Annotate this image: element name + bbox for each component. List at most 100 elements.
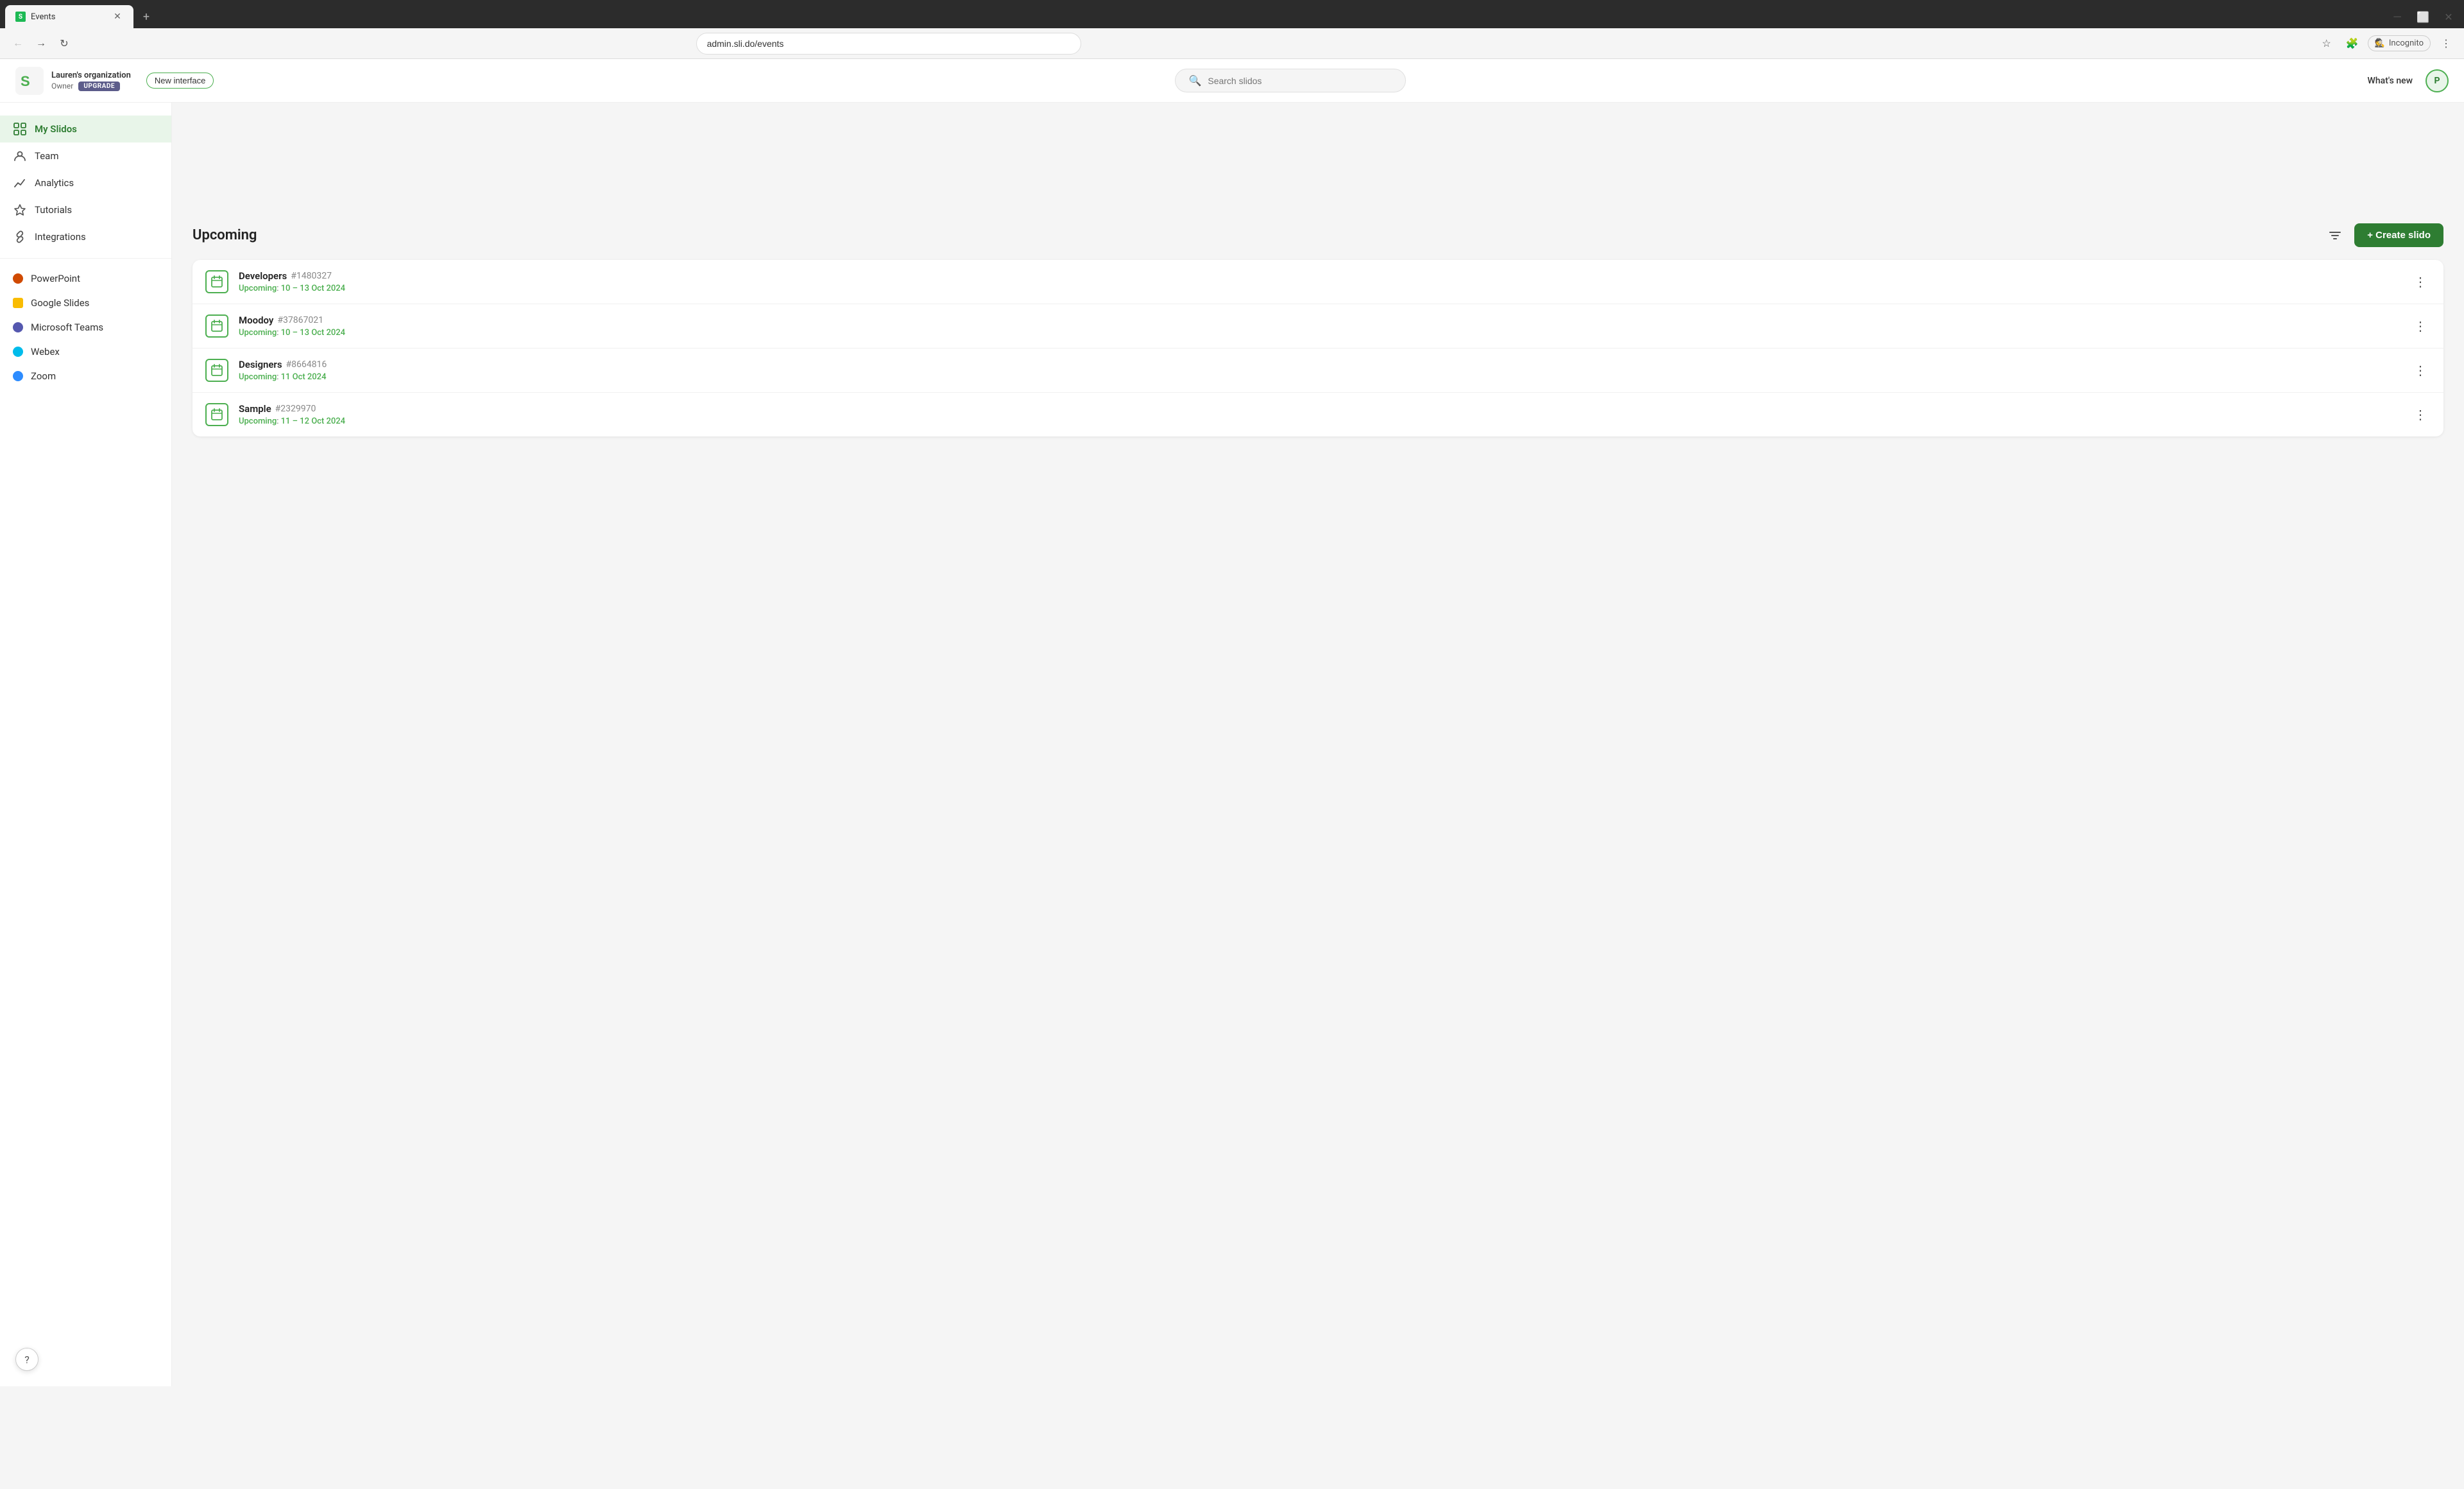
search-input[interactable] — [1208, 76, 1392, 86]
sidebar-item-microsoft-teams[interactable]: Microsoft Teams — [0, 315, 171, 340]
event-date: Upcoming: 11 – 12 Oct 2024 — [239, 417, 2410, 426]
event-date-range: 11 – 12 Oct 2024 — [281, 417, 345, 426]
event-title-row: Designers #8664816 — [239, 359, 2410, 370]
event-more-button[interactable]: ⋮ — [2410, 271, 2431, 292]
sidebar-integrations-section: PowerPoint Google Slides Microsoft Teams… — [0, 264, 171, 391]
extensions-button[interactable]: 🧩 — [2342, 33, 2363, 54]
grid-icon — [13, 122, 27, 136]
powerpoint-icon — [13, 273, 23, 284]
tab-favicon: S — [15, 12, 26, 22]
new-tab-button[interactable]: + — [136, 6, 157, 27]
event-more-button[interactable]: ⋮ — [2410, 316, 2431, 336]
event-id: #2329970 — [275, 404, 316, 414]
upgrade-button[interactable]: UPGRADE — [78, 82, 120, 91]
address-input[interactable] — [696, 33, 1081, 55]
page-header: Upcoming + Create slido — [193, 223, 2443, 247]
search-icon: 🔍 — [1188, 74, 1201, 87]
table-row[interactable]: Developers #1480327 Upcoming: 10 – 13 Oc… — [193, 260, 2443, 304]
calendar-icon — [205, 403, 228, 426]
event-id: #8664816 — [286, 359, 327, 370]
sidebar-label-google-slides: Google Slides — [31, 297, 89, 309]
sidebar-item-google-slides[interactable]: Google Slides — [0, 291, 171, 315]
event-info: Designers #8664816 Upcoming: 11 Oct 2024 — [239, 359, 2410, 382]
google-slides-icon — [13, 298, 23, 308]
sidebar-item-integrations[interactable]: Integrations — [0, 223, 171, 250]
event-status: Upcoming — [239, 284, 277, 293]
event-status: Upcoming — [239, 328, 277, 338]
sidebar-label-integrations: Integrations — [35, 231, 86, 243]
event-date-range: 10 – 13 Oct 2024 — [281, 284, 345, 293]
sidebar: My Slidos Team Analytics — [0, 103, 172, 1386]
svg-text:S: S — [21, 73, 30, 89]
page-actions: + Create slido — [2323, 223, 2443, 247]
sidebar-divider — [0, 258, 171, 259]
table-row[interactable]: Moodoy #37867021 Upcoming: 10 – 13 Oct 2… — [193, 304, 2443, 349]
sidebar-label-my-slidos: My Slidos — [35, 123, 77, 135]
calendar-icon — [205, 314, 228, 338]
event-date-range: 10 – 13 Oct 2024 — [281, 328, 345, 338]
nav-buttons: ← → ↻ — [8, 33, 74, 54]
sidebar-label-microsoft-teams: Microsoft Teams — [31, 322, 103, 333]
sidebar-item-zoom[interactable]: Zoom — [0, 364, 171, 388]
event-date: Upcoming: 10 – 13 Oct 2024 — [239, 284, 2410, 293]
incognito-label: Incognito — [2389, 39, 2424, 48]
address-bar: ← → ↻ ☆ 🧩 🕵 Incognito ⋮ — [0, 28, 2464, 59]
event-name: Sample — [239, 403, 271, 415]
sidebar-item-my-slidos[interactable]: My Slidos — [0, 116, 171, 142]
incognito-badge[interactable]: 🕵 Incognito — [2368, 35, 2431, 51]
event-more-button[interactable]: ⋮ — [2410, 360, 2431, 381]
tab-bar: S Events ✕ + ─ ⬜ ✕ — [0, 0, 2464, 28]
avatar[interactable]: P — [2426, 69, 2449, 92]
main-content: Upcoming + Create slido — [172, 205, 2464, 1489]
zoom-icon — [13, 371, 23, 381]
org-name: Lauren's organization — [51, 71, 131, 80]
webex-icon — [13, 347, 23, 357]
search-input-wrapper: 🔍 — [1175, 69, 1406, 92]
event-title-row: Sample #2329970 — [239, 403, 2410, 415]
minimize-button[interactable]: ─ — [2387, 6, 2408, 27]
close-button[interactable]: ✕ — [2438, 6, 2459, 27]
back-button[interactable]: ← — [8, 33, 28, 54]
sidebar-label-tutorials: Tutorials — [35, 204, 72, 216]
sidebar-main-section: My Slidos Team Analytics — [0, 113, 171, 253]
events-list: Developers #1480327 Upcoming: 10 – 13 Oc… — [193, 260, 2443, 436]
table-row[interactable]: Sample #2329970 Upcoming: 11 – 12 Oct 20… — [193, 393, 2443, 436]
restore-button[interactable]: ⬜ — [2413, 6, 2433, 27]
org-role: Owner — [51, 82, 73, 90]
event-title-row: Developers #1480327 — [239, 270, 2410, 282]
tab-close-button[interactable]: ✕ — [112, 11, 123, 22]
sidebar-item-tutorials[interactable]: Tutorials — [0, 196, 171, 223]
sidebar-label-webex: Webex — [31, 346, 60, 357]
event-date: Upcoming: 11 Oct 2024 — [239, 372, 2410, 382]
event-id: #37867021 — [277, 315, 323, 325]
event-more-button[interactable]: ⋮ — [2410, 404, 2431, 425]
create-slido-label: + Create slido — [2367, 230, 2431, 241]
tab-title: Events — [31, 12, 107, 22]
sidebar-item-analytics[interactable]: Analytics — [0, 169, 171, 196]
sidebar-label-analytics: Analytics — [35, 177, 74, 189]
event-date-range: 11 Oct 2024 — [281, 372, 327, 382]
bookmark-button[interactable]: ☆ — [2316, 33, 2337, 54]
event-name: Developers — [239, 270, 287, 282]
sidebar-item-powerpoint[interactable]: PowerPoint — [0, 266, 171, 291]
event-name: Designers — [239, 359, 282, 370]
browser-chrome: S Events ✕ + ─ ⬜ ✕ ← → ↻ ☆ 🧩 🕵 Incognito… — [0, 0, 2464, 59]
sidebar-label-powerpoint: PowerPoint — [31, 273, 80, 284]
sidebar-item-team[interactable]: Team — [0, 142, 171, 169]
menu-button[interactable]: ⋮ — [2436, 33, 2456, 54]
event-info: Developers #1480327 Upcoming: 10 – 13 Oc… — [239, 270, 2410, 293]
sidebar-item-webex[interactable]: Webex — [0, 340, 171, 364]
active-tab[interactable]: S Events ✕ — [5, 5, 133, 28]
help-button[interactable]: ? — [15, 1348, 38, 1371]
event-status: Upcoming — [239, 417, 277, 426]
create-slido-button[interactable]: + Create slido — [2354, 223, 2443, 247]
table-row[interactable]: Designers #8664816 Upcoming: 11 Oct 2024… — [193, 349, 2443, 393]
reload-button[interactable]: ↻ — [54, 33, 74, 54]
filter-button[interactable] — [2323, 224, 2347, 247]
org-role-row: Owner UPGRADE — [51, 82, 131, 91]
search-bar: 🔍 — [214, 69, 2367, 92]
event-name: Moodoy — [239, 314, 273, 326]
whats-new-button[interactable]: What's new — [2368, 76, 2413, 86]
forward-button[interactable]: → — [31, 33, 51, 54]
new-interface-button[interactable]: New interface — [146, 73, 214, 89]
